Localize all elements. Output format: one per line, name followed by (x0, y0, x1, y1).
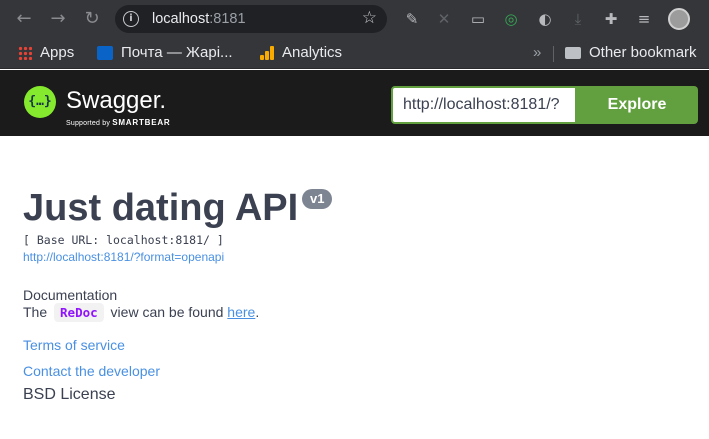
puzzle-extension-icon[interactable]: ✚ (601, 9, 621, 29)
redoc-here-link[interactable]: here (227, 304, 255, 320)
documentation-heading: Documentation (23, 287, 118, 303)
x-extension-icon[interactable]: ✕ (434, 9, 454, 29)
doc-suffix: . (255, 304, 260, 320)
explore-button[interactable]: Explore (576, 86, 698, 124)
profile-avatar[interactable] (668, 8, 690, 30)
pen-extension-icon[interactable]: ✎ (402, 9, 422, 29)
folder-icon (565, 47, 581, 60)
base-url: [ Base URL: localhost:8181/ ] (23, 233, 224, 247)
bookmark-apps-label: Apps (40, 44, 75, 61)
doc-middle: view can be found (110, 304, 224, 320)
c-extension-icon[interactable]: ◐ (535, 9, 555, 29)
bookmarks-bar: Apps Почта — Жарі... Analytics » Other b… (0, 37, 709, 69)
openapi-spec-link[interactable]: http://localhost:8181/?format=openapi (23, 250, 224, 264)
url-host: localhost (152, 11, 210, 27)
version-badge: v1 (302, 189, 333, 209)
redoc-code: ReDoc (54, 303, 104, 322)
bookmark-apps[interactable]: Apps (18, 44, 74, 61)
analytics-icon (260, 46, 274, 61)
logo-sub-brand: SMARTBEAR (112, 118, 171, 127)
outlook-mail-icon (97, 46, 113, 61)
bookmark-star-icon[interactable]: ☆ (362, 8, 377, 28)
queue-extension-icon[interactable]: ≡ (634, 9, 654, 29)
monitor-extension-icon[interactable]: ▭ (468, 9, 488, 29)
other-bookmarks[interactable]: Other bookmark (565, 44, 697, 61)
reload-icon[interactable]: ↻ (82, 9, 102, 29)
api-title: Just dating API (23, 187, 299, 229)
other-bookmarks-label: Other bookmark (589, 44, 697, 61)
spec-url-input[interactable] (393, 88, 575, 122)
ring-extension-icon[interactable]: ◎ (501, 9, 521, 29)
bookmark-mail[interactable]: Почта — Жарі... (97, 44, 233, 61)
address-bar[interactable]: i localhost:8181 ☆ (115, 5, 387, 33)
terms-of-service-link[interactable]: Terms of service (23, 337, 125, 353)
bookmark-analytics[interactable]: Analytics (260, 44, 342, 61)
logo-sub-label: Supported by (66, 120, 111, 127)
documentation-text: The ReDoc view can be found here. (23, 303, 259, 322)
bookmark-mail-label: Почта — Жарі... (121, 44, 233, 61)
url-port: :8181 (209, 11, 246, 27)
site-info-icon[interactable]: i (123, 11, 139, 27)
spec-url-field[interactable] (391, 86, 577, 124)
doc-prefix: The (23, 304, 48, 320)
forward-icon[interactable]: → (48, 9, 68, 29)
swagger-logo-subtitle: Supported by SMARTBEAR (66, 118, 171, 127)
contact-developer-link[interactable]: Contact the developer (23, 363, 160, 379)
license-text: BSD License (23, 386, 116, 403)
bookmark-analytics-label: Analytics (282, 44, 343, 61)
swagger-logo-text[interactable]: Swagger. (66, 87, 166, 115)
browser-toolbar: ← → ↻ i localhost:8181 ☆ ✎ ✕ ▭ ◎ ◐ ⤓ ✚ ≡ (0, 0, 709, 37)
bookmarks-separator (553, 46, 554, 62)
back-icon[interactable]: ← (14, 9, 34, 29)
swagger-logo-icon[interactable]: {…} (24, 86, 56, 118)
address-url: localhost:8181 (152, 11, 246, 27)
bookmarks-overflow-chevron[interactable]: » (533, 44, 541, 61)
download-extension-icon[interactable]: ⤓ (568, 9, 588, 29)
apps-grid-icon (18, 46, 32, 61)
